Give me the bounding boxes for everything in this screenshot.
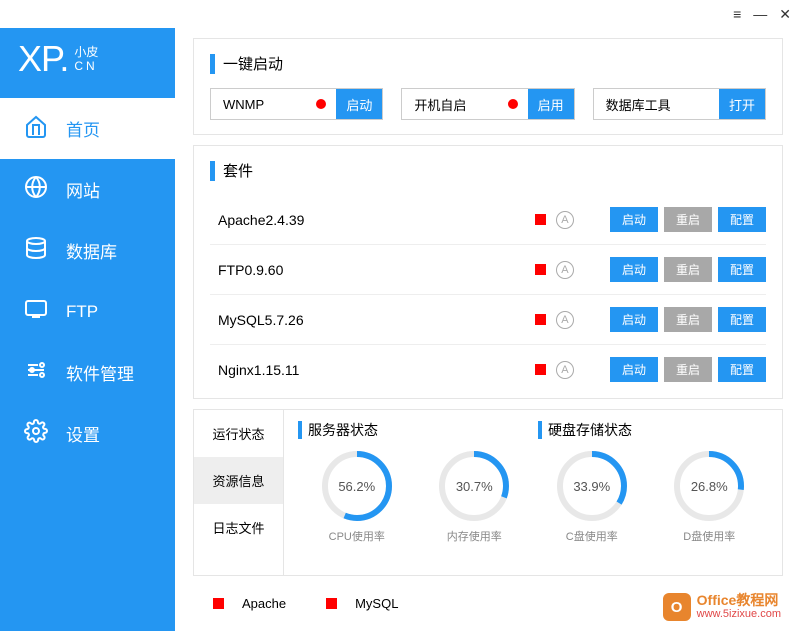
quick-box-2: 数据库工具打开 [593,88,766,120]
logo-text: XP. [18,38,68,80]
suite-start-button[interactable]: 启动 [610,257,658,282]
gauge-label: C盘使用率 [566,528,618,544]
suite-start-button[interactable]: 启动 [610,307,658,332]
site-icon [24,175,48,204]
quick-box-1: 开机自启 启用 [401,88,574,120]
gauge: 30.7% 内存使用率 [438,450,510,544]
sidebar-item-label: 网站 [66,177,100,202]
legend-item: MySQL [326,596,398,611]
minimize-icon[interactable]: — [753,6,767,22]
gauge-percent: 33.9% [556,450,628,522]
quick-label: 开机自启 [402,95,507,114]
suite-name: Nginx1.15.11 [210,362,535,378]
gauge-percent: 30.7% [438,450,510,522]
quick-label: 数据库工具 [594,95,719,114]
menu-icon[interactable]: ≡ [733,6,741,22]
sidebar-item-soft[interactable]: 软件管理 [0,342,175,403]
status-dot-icon [316,99,326,109]
status-square-icon [535,364,546,375]
suite-restart-button[interactable]: 重启 [664,257,712,282]
suite-name: Apache2.4.39 [210,212,535,228]
logo: XP. 小皮 CN [0,28,175,98]
suite-restart-button[interactable]: 重启 [664,307,712,332]
status-square-icon [535,214,546,225]
close-icon[interactable]: ✕ [779,6,791,23]
sidebar-item-label: FTP [66,302,98,322]
suites-card: 套件 Apache2.4.39A启动重启配置FTP0.9.60A启动重启配置My… [193,145,783,399]
suite-config-button[interactable]: 配置 [718,257,766,282]
sidebar-item-label: 数据库 [66,238,117,263]
gauge-percent: 56.2% [321,450,393,522]
suites-title: 套件 [210,160,766,181]
status-square-icon [535,314,546,325]
ftp-icon [24,297,48,326]
status-square-icon [535,264,546,275]
quick-button-2[interactable]: 打开 [719,89,765,119]
quick-label: WNMP [211,97,316,112]
status-tab-2[interactable]: 日志文件 [194,504,283,551]
sidebar-item-ftp[interactable]: FTP [0,281,175,342]
suite-config-button[interactable]: 配置 [718,207,766,232]
quick-button-0[interactable]: 启动 [336,89,382,119]
sidebar-item-settings[interactable]: 设置 [0,403,175,464]
suite-row: Nginx1.15.11 A 启动重启配置 [210,345,766,394]
suite-config-button[interactable]: 配置 [718,307,766,332]
sidebar-item-label: 首页 [66,116,100,141]
sidebar-item-label: 软件管理 [66,360,134,385]
home-icon [24,114,48,143]
suite-badge-icon: A [556,261,574,279]
quick-button-1[interactable]: 启用 [528,89,574,119]
suite-start-button[interactable]: 启动 [610,207,658,232]
gauge-percent: 26.8% [673,450,745,522]
suite-row: MySQL5.7.26 A 启动重启配置 [210,295,766,345]
status-card: 运行状态资源信息日志文件 服务器状态 硬盘存储状态 56.2% CPU使用率 30.… [193,409,783,576]
gauge: 33.9% C盘使用率 [556,450,628,544]
server-status-header: 服务器状态 [298,420,508,440]
watermark-badge-icon: O [663,593,691,621]
suite-name: MySQL5.7.26 [210,312,535,328]
soft-icon [24,358,48,387]
disk-status-header: 硬盘存储状态 [538,420,632,440]
suite-start-button[interactable]: 启动 [610,357,658,382]
quickstart-title: 一键启动 [210,53,766,74]
gauge-label: CPU使用率 [329,528,385,544]
suite-badge-icon: A [556,361,574,379]
quick-box-0: WNMP 启动 [210,88,383,120]
suite-badge-icon: A [556,211,574,229]
suite-name: FTP0.9.60 [210,262,535,278]
sidebar-item-db[interactable]: 数据库 [0,220,175,281]
gauge-label: 内存使用率 [447,528,502,544]
suite-restart-button[interactable]: 重启 [664,207,712,232]
sidebar: XP. 小皮 CN 首页网站数据库 FTP 软件管理设置 [0,28,175,631]
legend-square-icon [326,598,337,609]
suite-row: FTP0.9.60 A 启动重启配置 [210,245,766,295]
gauge-label: D盘使用率 [683,528,735,544]
settings-icon [24,419,48,448]
status-tab-0[interactable]: 运行状态 [194,410,283,457]
quickstart-card: 一键启动 WNMP启动开机自启启用数据库工具打开 [193,38,783,135]
gauge: 56.2% CPU使用率 [321,450,393,544]
watermark: O Office教程网 www.5izixue.com [663,593,781,621]
status-dot-icon [508,99,518,109]
sidebar-item-home[interactable]: 首页 [0,98,175,159]
suite-row: Apache2.4.39 A 启动重启配置 [210,195,766,245]
db-icon [24,236,48,265]
suite-badge-icon: A [556,311,574,329]
suite-config-button[interactable]: 配置 [718,357,766,382]
gauge: 26.8% D盘使用率 [673,450,745,544]
legend-square-icon [213,598,224,609]
sidebar-item-label: 设置 [66,421,100,446]
suite-restart-button[interactable]: 重启 [664,357,712,382]
legend-item: Apache [213,596,286,611]
sidebar-item-site[interactable]: 网站 [0,159,175,220]
status-tab-1[interactable]: 资源信息 [194,457,283,504]
